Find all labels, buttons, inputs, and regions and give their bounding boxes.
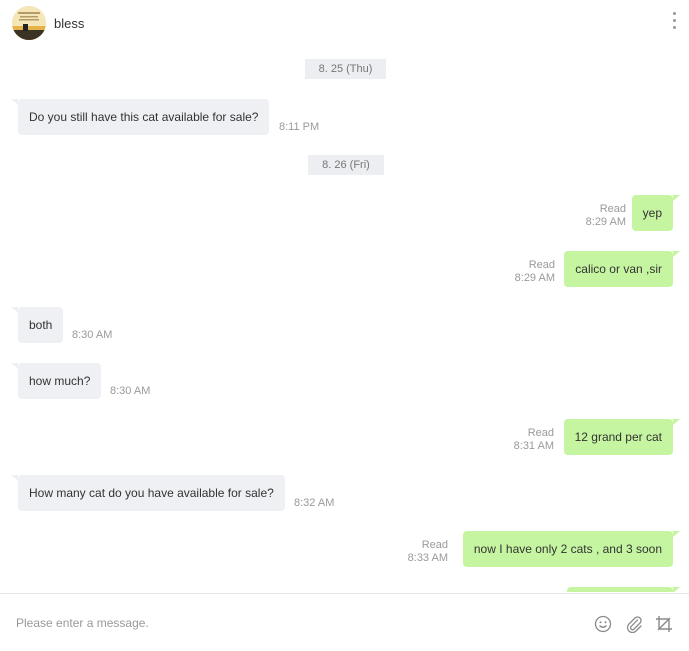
emoji-icon[interactable] [594,615,612,633]
message-bubble-outgoing[interactable]: calico or van ,sir [564,251,680,287]
message-time: 8:29 AM [585,216,626,228]
message-bubble-outgoing[interactable]: yep [631,195,681,231]
avatar-image [12,6,46,40]
more-options-icon[interactable] [669,12,679,36]
message-status: Read 8:31 AM [514,427,554,453]
chat-header: bless [0,0,689,48]
message-bubble-incoming[interactable]: Do you still have this cat available for… [10,99,270,135]
message-time: 8:30 AM [72,329,113,341]
message-bubble-incoming[interactable]: how much? [10,363,102,399]
message-status: Read 8:33 AM [408,539,448,565]
message-time: 8:31 AM [513,440,554,452]
read-status: Read [421,539,448,551]
message-bubble-incoming[interactable]: both [10,307,64,343]
read-status: Read [599,203,626,215]
read-status: Read [528,259,555,271]
message-time: 8:33 AM [407,552,448,564]
message-list[interactable]: 8. 25 (Thu) Do you still have this cat a… [0,48,689,592]
attachment-icon[interactable] [625,615,643,633]
avatar[interactable] [12,6,46,40]
message-bubble-outgoing[interactable]: now I have only 2 cats , and 3 soon [462,531,681,567]
message-time: 8:29 AM [514,272,555,284]
message-composer [0,593,689,651]
read-status: Read [527,427,554,439]
message-time: 8:11 PM [279,121,320,133]
crop-icon[interactable] [655,615,673,633]
message-time: 8:32 AM [294,497,335,509]
contact-name[interactable]: bless [54,16,84,31]
date-divider: 8. 25 (Thu) [305,59,386,79]
message-status: Read 8:29 AM [586,203,626,229]
message-bubble-outgoing[interactable]: 12 grand per cat [563,419,681,455]
message-time: 8:30 AM [110,385,151,397]
message-bubble-incoming[interactable]: How many cat do you have available for s… [11,475,285,511]
date-divider: 8. 26 (Fri) [308,155,384,175]
message-bubble-outgoing-partial[interactable] [567,587,680,592]
message-input[interactable] [14,611,558,635]
message-status: Read 8:29 AM [515,259,555,285]
